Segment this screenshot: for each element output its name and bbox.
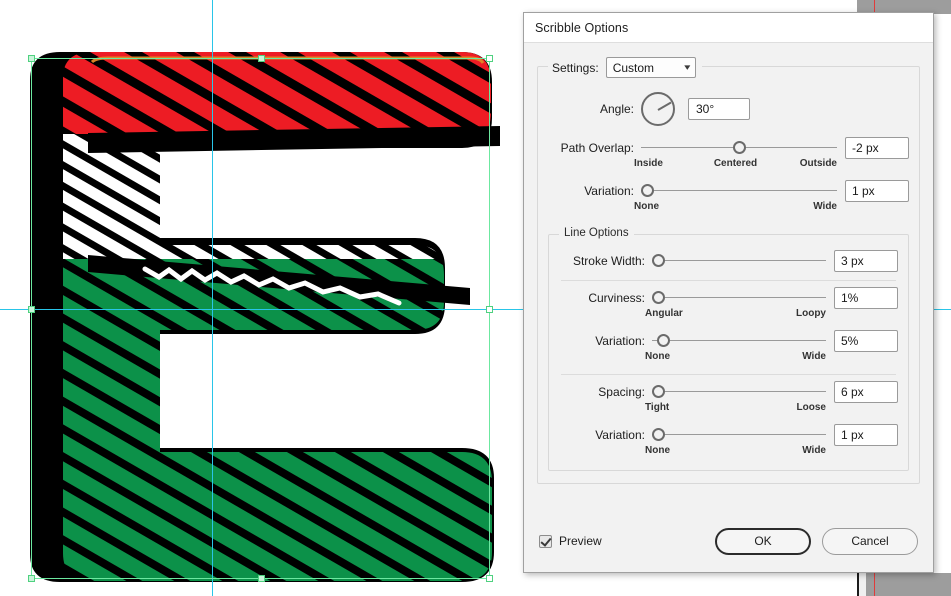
curviness-variation-input[interactable]: 5%: [834, 330, 898, 352]
curviness-input[interactable]: 1%: [834, 287, 898, 309]
path-overlap-label: Path Overlap:: [560, 141, 634, 155]
chevron-down-icon: ▾: [684, 62, 691, 72]
overlap-variation-slider[interactable]: [641, 181, 837, 201]
stroke-width-label: Stroke Width:: [572, 254, 645, 268]
overlap-variation-slider-thumb[interactable]: [641, 184, 654, 197]
spacing-variation-end-none: None: [645, 445, 670, 456]
app-chrome-red-marker-bottom: [874, 573, 875, 596]
selection-handle-bottom-left[interactable]: [28, 575, 35, 582]
scribble-settings-group: Settings: Custom ▾ Angle: 30° Path Overl…: [537, 57, 920, 484]
spacing-variation-slider[interactable]: [652, 425, 826, 445]
preview-label: Preview: [559, 534, 602, 548]
spacing-end-tight: Tight: [645, 402, 670, 413]
settings-row: Settings: Custom ▾: [548, 57, 702, 78]
curviness-label: Curviness:: [588, 291, 645, 305]
angle-dial[interactable]: [641, 92, 675, 126]
preview-checkbox-wrap[interactable]: Preview: [539, 534, 602, 548]
slider-track: [652, 391, 826, 392]
angle-label: Angle:: [599, 102, 634, 116]
divider: [561, 374, 896, 375]
curviness-variation-label: Variation:: [595, 334, 645, 348]
spacing-input[interactable]: 6 px: [834, 381, 898, 403]
spacing-variation-end-wide: Wide: [802, 445, 826, 456]
curviness-variation-end-wide: Wide: [802, 351, 826, 362]
path-overlap-end-inside: Inside: [634, 158, 663, 169]
path-overlap-input[interactable]: -2 px: [845, 137, 909, 159]
selection-handle-top-right[interactable]: [486, 55, 493, 62]
dialog-title: Scribble Options: [535, 20, 629, 35]
spacing-variation-input[interactable]: 1 px: [834, 424, 898, 446]
scribble-options-dialog[interactable]: Scribble Options Settings: Custom ▾ Angl…: [523, 12, 934, 573]
overlap-variation-end-labels: None Wide: [548, 201, 909, 214]
spacing-label: Spacing:: [598, 385, 645, 399]
selection-handle-middle-right[interactable]: [486, 306, 493, 313]
settings-label: Settings:: [552, 60, 599, 75]
stroke-width-slider-thumb[interactable]: [652, 254, 665, 267]
selection-handle-top-left[interactable]: [28, 55, 35, 62]
curviness-end-labels: Angular Loopy: [559, 308, 898, 321]
spacing-variation-end-labels: None Wide: [559, 445, 898, 458]
cancel-button[interactable]: Cancel: [822, 527, 918, 555]
dialog-footer: Preview OK Cancel: [524, 510, 933, 572]
ok-button[interactable]: OK: [715, 527, 811, 555]
spacing-end-labels: Tight Loose: [559, 402, 898, 415]
overlap-variation-end-none: None: [634, 201, 659, 212]
curviness-end-loopy: Loopy: [796, 308, 826, 319]
app-chrome-bottom-bar: [864, 573, 951, 596]
spacing-slider[interactable]: [652, 382, 826, 402]
slider-track: [652, 434, 826, 435]
curviness-slider-thumb[interactable]: [652, 291, 665, 304]
curviness-variation-slider[interactable]: [652, 331, 826, 351]
overlap-variation-end-wide: Wide: [813, 201, 837, 212]
settings-select-value: Custom: [612, 60, 655, 75]
path-overlap-slider-thumb[interactable]: [733, 141, 746, 154]
selection-edge-right: [489, 58, 490, 578]
slider-track: [652, 260, 826, 261]
curviness-variation-end-none: None: [645, 351, 670, 362]
overlap-variation-label: Variation:: [584, 184, 634, 198]
spacing-variation-slider-thumb[interactable]: [652, 428, 665, 441]
slider-track: [652, 340, 826, 341]
curviness-end-angular: Angular: [645, 308, 683, 319]
stroke-width-input[interactable]: 3 px: [834, 250, 898, 272]
spacing-slider-thumb[interactable]: [652, 385, 665, 398]
dialog-body: Settings: Custom ▾ Angle: 30° Path Overl…: [524, 43, 933, 484]
curviness-variation-slider-thumb[interactable]: [657, 334, 670, 347]
curviness-variation-end-labels: None Wide: [559, 351, 898, 364]
stroke-width-row: Stroke Width: 3 px: [559, 248, 898, 274]
path-overlap-end-labels: Inside Centered Outside: [548, 158, 909, 171]
overlap-variation-input[interactable]: 1 px: [845, 180, 909, 202]
angle-dial-needle: [657, 101, 672, 111]
slider-track: [641, 190, 837, 191]
selection-edge-left: [31, 58, 32, 578]
path-overlap-end-outside: Outside: [799, 158, 837, 169]
selection-handle-top-center[interactable]: [258, 55, 265, 62]
dialog-titlebar[interactable]: Scribble Options: [524, 13, 933, 43]
preview-checkbox[interactable]: [539, 534, 552, 548]
line-options-legend: Line Options: [559, 227, 634, 239]
path-overlap-slider[interactable]: [641, 138, 837, 158]
spacing-end-loose: Loose: [796, 402, 826, 413]
curviness-slider[interactable]: [652, 288, 826, 308]
angle-row: Angle: 30°: [548, 89, 909, 129]
dialog-buttons: OK Cancel: [715, 527, 918, 555]
selection-handle-bottom-center[interactable]: [258, 575, 265, 582]
divider: [561, 280, 896, 281]
settings-select[interactable]: Custom ▾: [605, 57, 696, 78]
spacing-variation-label: Variation:: [595, 428, 645, 442]
slider-track: [652, 297, 826, 298]
selection-handle-bottom-right[interactable]: [486, 575, 493, 582]
stroke-width-slider[interactable]: [652, 251, 826, 271]
path-overlap-end-centered: Centered: [713, 158, 758, 169]
line-options-group: Line Options Stroke Width: 3 px Curvines…: [548, 227, 909, 471]
check-icon: [540, 534, 552, 547]
guide-vertical[interactable]: [212, 0, 213, 596]
selection-handle-middle-left[interactable]: [28, 306, 35, 313]
angle-input[interactable]: 30°: [688, 98, 750, 120]
